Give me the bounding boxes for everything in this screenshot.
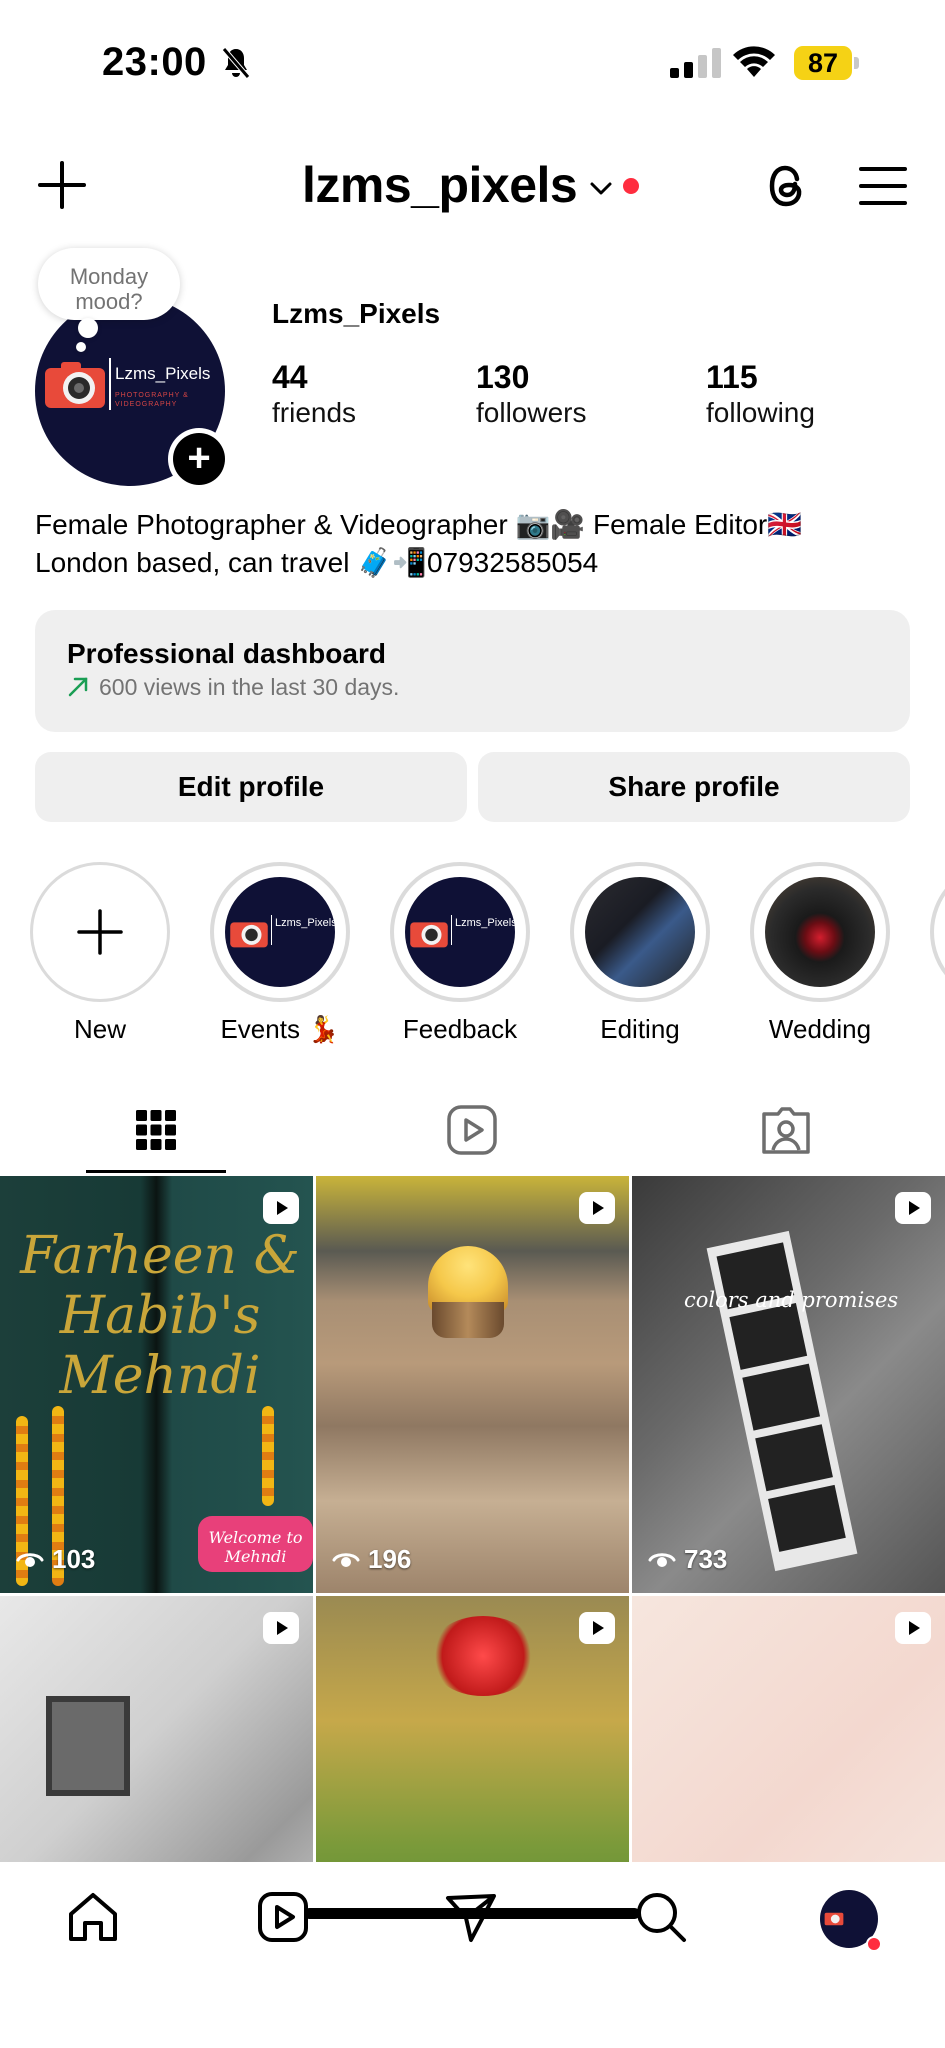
tagged-icon[interactable] bbox=[760, 1104, 812, 1156]
trend-up-arrow-icon bbox=[68, 677, 88, 697]
grid-post[interactable]: 196 bbox=[316, 1176, 629, 1593]
reel-badge-icon bbox=[263, 1612, 299, 1644]
profile-header: lzms_pixels bbox=[0, 145, 945, 225]
battery-icon: 87 bbox=[794, 46, 859, 80]
professional-dashboard[interactable]: Professional dashboard 600 views in the … bbox=[35, 610, 910, 732]
reel-badge-icon bbox=[263, 1192, 299, 1224]
username: lzms_pixels bbox=[302, 157, 578, 213]
camera-logo-icon bbox=[230, 922, 268, 948]
camera-logo-icon bbox=[410, 922, 448, 948]
display-name: Lzms_Pixels bbox=[272, 298, 441, 329]
highlight-label: Feedback bbox=[402, 1014, 518, 1044]
eye-icon bbox=[332, 1552, 360, 1567]
highlight-cover bbox=[765, 877, 875, 987]
home-indicator[interactable] bbox=[304, 1908, 640, 1919]
post-title-text: colors and promises bbox=[684, 1288, 899, 1312]
bell-slash-icon bbox=[222, 47, 250, 79]
eye-icon bbox=[648, 1552, 676, 1567]
grid-icon[interactable] bbox=[134, 1104, 178, 1156]
avatar-brand-subtext: PHOTOGRAPHY & VIDEOGRAPHY bbox=[115, 392, 189, 408]
highlight-feedback[interactable]: Lzms_Pixels Feedback bbox=[390, 862, 530, 1045]
bio-line[interactable]: London based, can travel 🧳📲07932585054 bbox=[35, 544, 802, 582]
edit-profile-button[interactable]: Edit profile bbox=[35, 752, 467, 822]
reel-badge-icon bbox=[579, 1612, 615, 1644]
add-story-button[interactable]: + bbox=[168, 428, 230, 490]
highlight-label: Wedding bbox=[768, 1014, 872, 1044]
notification-dot bbox=[866, 1936, 882, 1952]
bio-line: Female Photographer & Videographer 📷🎥 Fe… bbox=[35, 509, 803, 540]
view-count: 103 bbox=[52, 1544, 96, 1574]
grid-post[interactable]: colors and promises 733 bbox=[632, 1176, 945, 1593]
grid-post[interactable] bbox=[0, 1596, 313, 1862]
post-grid: Farheen & Habib's Mehndi Welcome to Mehn… bbox=[0, 1176, 945, 1862]
eye-icon bbox=[16, 1552, 44, 1567]
note-text: Monday mood? bbox=[69, 264, 149, 314]
reels-icon[interactable] bbox=[256, 1890, 310, 1944]
highlight-cover: Lzms_Pixels bbox=[405, 877, 515, 987]
view-count: 196 bbox=[368, 1544, 412, 1574]
active-tab-indicator bbox=[86, 1170, 226, 1173]
plus-icon: + bbox=[173, 433, 225, 485]
cellular-signal-icon bbox=[670, 48, 721, 78]
reels-icon[interactable] bbox=[446, 1104, 498, 1156]
camera-logo-icon bbox=[824, 1912, 844, 1926]
stat-following[interactable]: 115 following bbox=[706, 358, 815, 430]
reel-badge-icon bbox=[895, 1192, 931, 1224]
highlight-partial[interactable] bbox=[930, 862, 945, 1002]
profile-tabs bbox=[0, 1090, 945, 1176]
stat-followers[interactable]: 130 followers bbox=[476, 358, 586, 430]
plus-icon[interactable] bbox=[36, 159, 88, 211]
bio: Female Photographer & Videographer 📷🎥 Fe… bbox=[35, 506, 802, 582]
notification-dot bbox=[623, 178, 640, 194]
stat-friends[interactable]: 44 friends bbox=[272, 358, 356, 430]
search-icon[interactable] bbox=[634, 1890, 688, 1944]
highlight-label: Editing bbox=[600, 1014, 680, 1044]
status-bar: 23:00 87 bbox=[0, 0, 945, 130]
reel-badge-icon bbox=[579, 1192, 615, 1224]
threads-icon[interactable] bbox=[762, 159, 812, 213]
reel-badge-icon bbox=[895, 1612, 931, 1644]
grid-post[interactable] bbox=[316, 1596, 629, 1862]
note-bubble[interactable]: Monday mood? bbox=[38, 248, 180, 320]
camera-logo-icon bbox=[45, 362, 105, 408]
account-switcher[interactable]: lzms_pixels bbox=[302, 155, 640, 215]
grid-post[interactable]: Farheen & Habib's Mehndi Welcome to Mehn… bbox=[0, 1176, 313, 1593]
share-profile-button[interactable]: Share profile bbox=[478, 752, 910, 822]
highlight-label: Events 💃 bbox=[220, 1014, 340, 1044]
highlight-label: New bbox=[73, 1014, 126, 1044]
home-icon[interactable] bbox=[66, 1890, 120, 1944]
dashboard-title: Professional dashboard bbox=[67, 638, 386, 669]
grid-post[interactable] bbox=[632, 1596, 945, 1862]
highlight-wedding[interactable]: Wedding bbox=[750, 862, 890, 1045]
status-time: 23:00 bbox=[102, 40, 207, 84]
dashboard-subtitle: 600 views in the last 30 days. bbox=[99, 674, 400, 700]
highlight-cover: Lzms_Pixels bbox=[225, 877, 335, 987]
chevron-down-icon bbox=[590, 182, 612, 195]
wifi-icon bbox=[733, 46, 775, 77]
highlight-events[interactable]: Lzms_Pixels Events 💃 bbox=[210, 862, 350, 1045]
menu-icon[interactable] bbox=[858, 165, 908, 207]
highlight-cover bbox=[585, 877, 695, 987]
bottom-nav bbox=[0, 1862, 945, 2048]
avatar-brand-text: Lzms_Pixels bbox=[115, 364, 211, 383]
plus-icon bbox=[77, 909, 123, 955]
highlight-new[interactable]: New bbox=[30, 862, 170, 1045]
post-sticker-text: Welcome to Mehndi bbox=[198, 1516, 313, 1572]
highlight-editing[interactable]: Editing bbox=[570, 862, 710, 1045]
post-title-text: Farheen & Habib's Mehndi bbox=[20, 1226, 300, 1406]
view-count: 733 bbox=[684, 1544, 728, 1574]
battery-level: 87 bbox=[794, 46, 852, 80]
